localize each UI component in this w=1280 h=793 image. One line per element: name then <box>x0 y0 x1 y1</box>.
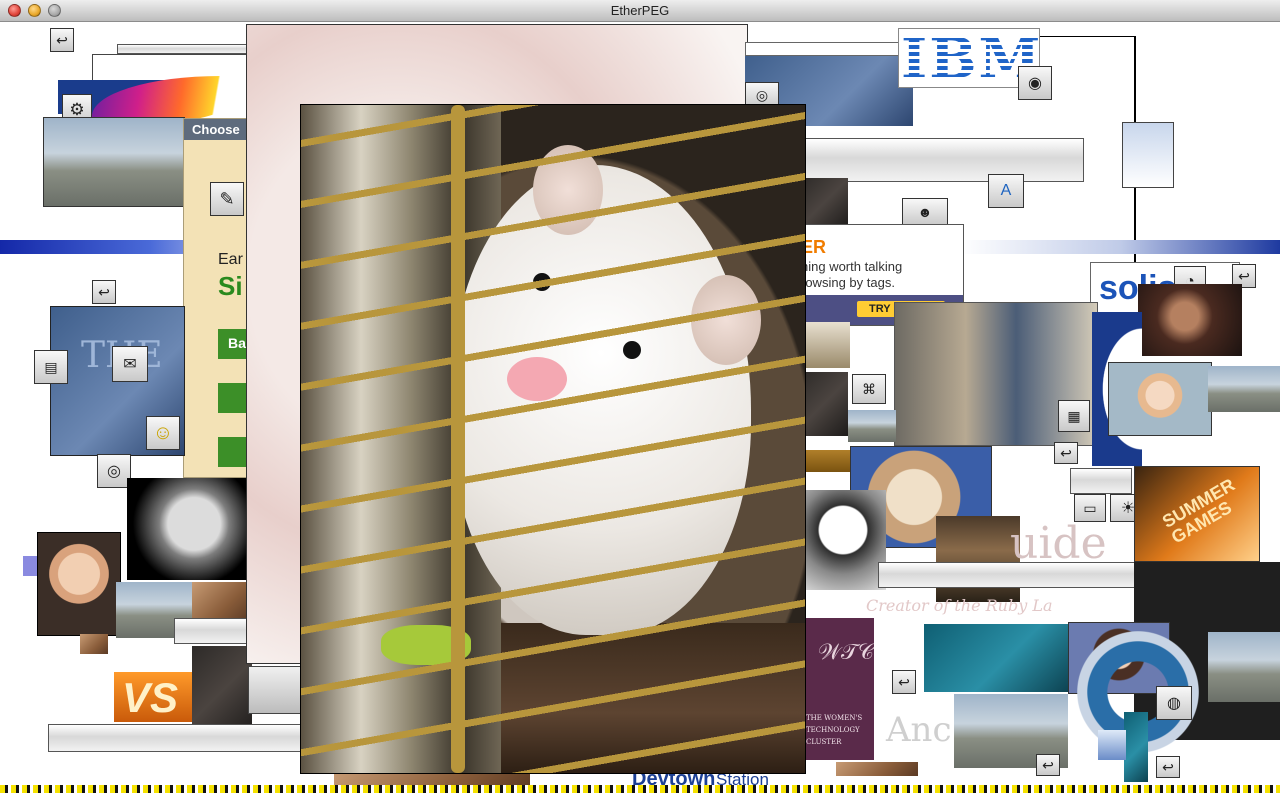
wtc-line-2: TECHNOLOGY <box>806 726 860 734</box>
back-arrow-icon: ↩ <box>92 280 116 304</box>
network-icon: ⌘ <box>852 374 886 404</box>
remote-desktop-icon: ◍ <box>1156 686 1192 720</box>
back-arrow-icon: ↩ <box>1036 754 1060 776</box>
ruby-fragment: Creator of the Ruby La <box>866 596 1053 615</box>
airliner-photo <box>1208 366 1280 412</box>
cage-bars <box>301 105 805 773</box>
guide-fragment: uide <box>1010 518 1107 568</box>
dashboard-photo <box>800 372 848 436</box>
smiley-icon: ☺ <box>146 416 180 450</box>
portrait-photo <box>37 532 121 636</box>
summer-games-banner: SUMMER GAMES <box>1134 466 1260 562</box>
airport-photo <box>43 117 185 207</box>
ad-line-1: hing worth talking <box>801 259 903 274</box>
jet-photo <box>1208 632 1280 702</box>
woman-with-bottle-photo <box>1108 362 1212 436</box>
womens-technology-cluster-banner: 𝒲𝒯𝒞 THE WOMEN'S TECHNOLOGY CLUSTER <box>800 618 874 760</box>
back-arrow-icon: ↩ <box>50 28 74 52</box>
teal-bar <box>1124 712 1148 782</box>
person-icon: ☻ <box>902 198 948 226</box>
ad-line-2: rowsing by tags. <box>801 275 895 290</box>
window-titlebar: EtherPEG <box>0 0 1280 22</box>
vs-logo: VS <box>114 672 194 722</box>
back-arrow-icon: ↩ <box>892 670 916 694</box>
note-pencil-icon: ✎ <box>210 182 244 216</box>
window-title: EtherPEG <box>610 3 670 18</box>
landscape-photo <box>192 582 252 618</box>
blank-frame <box>745 42 913 56</box>
blue-divider <box>960 240 1280 254</box>
tarmac-photo <box>848 410 896 442</box>
script-icon: ✉ <box>112 346 148 382</box>
bottom-thumbnail <box>836 762 918 776</box>
monitor-photo <box>248 666 302 714</box>
cage-bar <box>451 105 465 773</box>
terminal-icon: ▤ <box>34 350 68 384</box>
collage-scrollbar-strip <box>800 138 1084 182</box>
back-arrow-icon: ↩ <box>1156 756 1180 778</box>
preview-icon: ▦ <box>1058 400 1090 432</box>
purple-square <box>23 556 37 576</box>
summer-games-text: SUMMER GAMES <box>1158 474 1239 548</box>
airplane-window-photo <box>800 490 886 590</box>
font-book-icon: A <box>988 174 1024 208</box>
wtc-line-3: CLUSTER <box>806 738 842 746</box>
collage-scrollbar-strip <box>1070 468 1132 494</box>
guide-text-image: uide <box>990 518 1130 568</box>
cockpit-photo <box>192 646 252 736</box>
collage-scrollbar-strip <box>117 44 247 54</box>
ocean-photo <box>924 624 1070 692</box>
small-thumbnail <box>80 634 108 654</box>
and-fragment: Anc <box>886 710 952 750</box>
small-photo <box>800 322 850 368</box>
back-arrow-icon: ↩ <box>1054 442 1078 464</box>
car-photo <box>800 178 848 228</box>
gradient-square <box>1122 122 1174 188</box>
ear-text: Ear <box>218 251 243 268</box>
singer-photo <box>127 478 249 580</box>
disk-utility-icon: ◎ <box>97 454 131 488</box>
si-text: Si <box>218 271 243 301</box>
speaker-icon: ◉ <box>1018 66 1052 100</box>
image-collage: ↩ Ch ⚙ Choose Ear Si Ba ✎ ↩ THE ▤ ✉ ☺ ◎ … <box>0 22 1280 793</box>
vs-text: VS <box>122 674 179 721</box>
hamster-in-cage-photo <box>300 104 806 774</box>
person-in-car-photo <box>1138 284 1242 356</box>
blue-device-photo <box>1098 730 1126 760</box>
wtc-line-1: THE WOMEN'S <box>806 714 863 722</box>
wtc-logo: 𝒲𝒯𝒞 <box>818 640 874 665</box>
collage-scrollbar-strip <box>48 724 304 752</box>
and-text-image: Anc <box>880 708 960 754</box>
dotted-progress-strip <box>0 785 1280 793</box>
